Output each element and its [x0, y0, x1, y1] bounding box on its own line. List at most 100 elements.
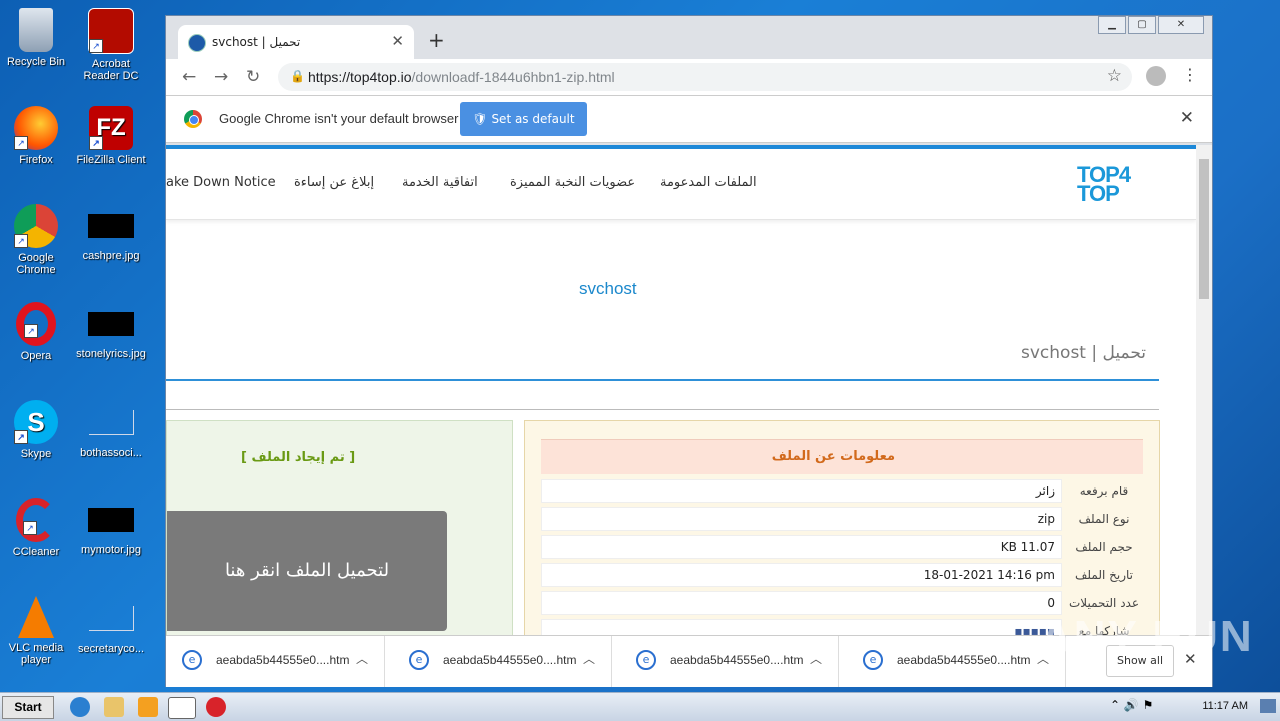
media-player-taskbar-icon[interactable]	[138, 697, 158, 717]
desktop-icon-label: bothassoci...	[80, 447, 142, 459]
desktop-icon-acrobat[interactable]: ↗ Acrobat Reader DC	[75, 8, 147, 82]
start-button[interactable]: Start	[2, 696, 54, 719]
new-tab-icon[interactable]: +	[428, 28, 445, 52]
desktop-icon-label: Skype	[20, 448, 52, 460]
explorer-taskbar-icon[interactable]	[104, 697, 124, 717]
forward-icon[interactable]: →	[214, 67, 228, 87]
file-info-title: معلومات عن الملف	[541, 439, 1143, 474]
image-file-icon	[88, 214, 134, 238]
url-host: https://top4top.io	[308, 69, 412, 85]
desktop-icon-vlc[interactable]: VLC media player	[0, 596, 72, 666]
info-row: KB 11.07 حجم الملف	[541, 535, 1143, 559]
nav-premium[interactable]: عضويات النخبة المميزة	[510, 175, 635, 190]
address-bar[interactable]: 🔒 https://top4top.io/downloadf-1844u6hbn…	[278, 63, 1132, 91]
nav-terms[interactable]: اتفاقية الخدمة	[402, 175, 478, 190]
site-logo[interactable]: TOP4 TOP	[1077, 164, 1157, 205]
desktop-icon-ccleaner[interactable]: ↗ CCleaner	[0, 498, 72, 558]
desktop-icon-chrome[interactable]: ↗ Google Chrome	[0, 204, 72, 276]
tab-close-icon[interactable]: ✕	[391, 32, 404, 50]
anyrun-watermark: ANY RUN	[1040, 612, 1254, 661]
lock-icon: 🔒	[290, 69, 305, 83]
acrobat-icon: ↗	[88, 8, 134, 54]
profile-avatar-icon[interactable]	[1146, 66, 1166, 86]
reload-icon[interactable]: ↻	[246, 67, 260, 87]
nav-supported-files[interactable]: الملفات المدعومة	[660, 175, 757, 190]
blank-file-icon	[88, 606, 134, 631]
clock[interactable]: 11:17 AM	[1202, 700, 1248, 712]
desktop-icon-cashpre[interactable]: cashpre.jpg	[75, 204, 147, 262]
set-as-default-button[interactable]: 🛡 Set as default	[460, 102, 587, 136]
download-file-button[interactable]: لتحميل الملف انقر هنا	[167, 511, 447, 631]
download-item[interactable]: e aeabda5b44555e0....htm ︿	[166, 636, 385, 687]
desktop-icon-mymotor[interactable]: mymotor.jpg	[75, 498, 147, 556]
vlc-cone-icon	[18, 596, 54, 638]
info-value: KB 11.07	[541, 535, 1062, 559]
download-filename: aeabda5b44555e0....htm	[443, 653, 577, 667]
nav-takedown[interactable]: ake Down Notice	[166, 175, 276, 190]
blank-file-icon	[88, 410, 134, 435]
download-item[interactable]: e aeabda5b44555e0....htm ︿	[620, 636, 839, 687]
download-item[interactable]: e aeabda5b44555e0....htm ︿	[393, 636, 612, 687]
info-row: zip نوع الملف	[541, 507, 1143, 531]
minimize-button[interactable]: ▁	[1098, 16, 1126, 34]
file-info-title-text: معلومات عن الملف	[771, 449, 895, 464]
infobar-close-icon[interactable]: ✕	[1180, 108, 1194, 128]
shield-icon: 🛡	[472, 112, 492, 126]
tab-active[interactable]: svchost | تحميل ✕	[178, 25, 414, 59]
desktop-icon-firefox[interactable]: ↗ Firefox	[0, 106, 72, 166]
desktop-icon-recycle-bin[interactable]: Recycle Bin	[0, 8, 72, 68]
window-controls: ▁ ▢ ✕	[1098, 16, 1204, 34]
file-found-text: [ تم إيجاد الملف ]	[241, 450, 356, 465]
file-name-title: svchost	[579, 279, 637, 298]
bookmark-star-icon[interactable]: ☆	[1107, 66, 1122, 86]
info-label: قام برفعه	[1079, 484, 1129, 498]
desktop-icon-label: VLC media player	[8, 642, 64, 666]
opera-taskbar-icon[interactable]	[206, 697, 226, 717]
desktop-icon-label: FileZilla Client	[76, 154, 146, 166]
desktop-icon-label: Opera	[20, 350, 52, 362]
info-value: 0	[541, 591, 1062, 615]
page-heading: svchost | تحميل	[1021, 343, 1147, 363]
chevron-up-icon[interactable]: ︿	[583, 650, 595, 667]
desktop-icon-label: Acrobat Reader DC	[83, 58, 139, 82]
back-icon[interactable]: ←	[182, 67, 196, 87]
download-panel: [ تم إيجاد الملف ] لتحميل الملف انقر هنا	[166, 420, 513, 639]
download-item[interactable]: e aeabda5b44555e0....htm ︿	[847, 636, 1066, 687]
chrome-logo-icon	[184, 110, 202, 128]
chrome-taskbar-icon[interactable]	[168, 697, 196, 719]
nav-report-abuse[interactable]: إبلاغ عن إساءة	[294, 175, 374, 190]
desktop-icon-label: Google Chrome	[16, 252, 56, 276]
close-window-button[interactable]: ✕	[1158, 16, 1204, 34]
desktop-icon-filezilla[interactable]: FZ ↗ FileZilla Client	[75, 106, 147, 166]
toolbar: ← → ↻ 🔒 https://top4top.io/downloadf-184…	[166, 59, 1212, 95]
info-label: حجم الملف	[1075, 540, 1133, 554]
page-scrollbar[interactable]	[1196, 145, 1212, 635]
default-browser-infobar: Google Chrome isn't your default browser…	[166, 95, 1212, 143]
taskbar: Start 11:17 AM ⌃ 🔊 ⚑	[0, 692, 1280, 721]
desktop-icon-stonelyrics[interactable]: stonelyrics.jpg	[75, 302, 147, 360]
tab-strip: svchost | تحميل ✕ + ▁ ▢ ✕	[166, 16, 1212, 59]
desktop-icon-label: cashpre.jpg	[82, 250, 140, 262]
download-filename: aeabda5b44555e0....htm	[897, 653, 1031, 667]
desktop-icon-label: Recycle Bin	[6, 56, 66, 68]
desktop-icon-bothassoci[interactable]: bothassoci...	[75, 400, 147, 459]
maximize-button[interactable]: ▢	[1128, 16, 1156, 34]
chrome-menu-icon[interactable]: ⋮	[1182, 65, 1198, 84]
chrome-window: svchost | تحميل ✕ + ▁ ▢ ✕ ← → ↻ 🔒 https:…	[165, 15, 1213, 687]
desktop-icon-label: mymotor.jpg	[81, 544, 141, 556]
info-value: zip	[541, 507, 1062, 531]
ie-file-icon: e	[863, 650, 883, 670]
chevron-up-icon[interactable]: ︿	[810, 650, 822, 667]
ie-taskbar-icon[interactable]	[70, 697, 90, 717]
filezilla-icon: FZ ↗	[89, 106, 133, 150]
desktop-icon-opera[interactable]: ↗ Opera	[0, 302, 72, 362]
info-label: تاريخ الملف	[1074, 568, 1133, 582]
show-desktop-icon[interactable]	[1260, 699, 1276, 713]
desktop-icon-secretaryco[interactable]: secretaryco...	[75, 596, 147, 655]
chevron-up-icon[interactable]: ︿	[356, 650, 368, 667]
section-divider	[166, 409, 1159, 410]
desktop-icon-skype[interactable]: S ↗ Skype	[0, 400, 72, 460]
infobar-message: Google Chrome isn't your default browser	[219, 111, 459, 126]
tray-icons[interactable]: ⌃ 🔊 ⚑	[1110, 698, 1153, 712]
scrollbar-thumb[interactable]	[1199, 159, 1209, 299]
